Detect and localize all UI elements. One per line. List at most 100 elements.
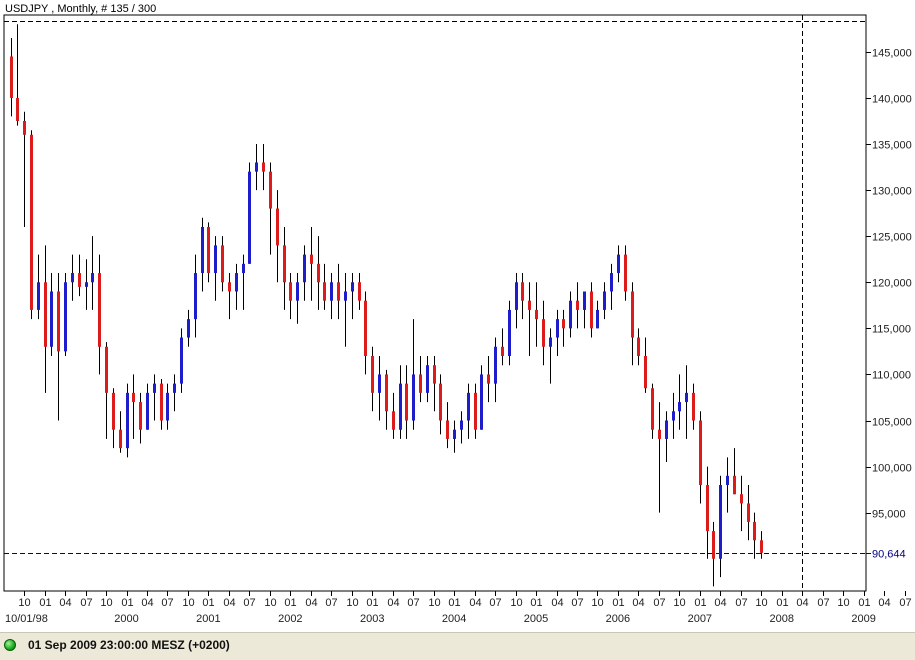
x-tick-label: 07 [243,597,255,609]
candle-body [289,282,292,301]
year-label: 2004 [442,613,466,625]
x-tick-label: 01 [858,597,870,609]
candle-body [317,263,320,283]
x-tick-label: 07 [899,597,911,609]
candle-body [644,355,647,389]
x-tick-label: 04 [551,597,563,609]
candle-body [692,392,695,421]
candle-body [699,420,702,486]
y-tick-label: 135,000 [872,140,912,152]
x-tick-label: 01 [366,597,378,609]
x-tick-label: 07 [571,597,583,609]
year-label: 2001 [196,613,220,625]
x-tick-label: 07 [161,597,173,609]
candle-body [596,309,599,329]
candle-body [132,392,135,403]
candle-body [85,282,88,287]
candles-layer [10,24,763,587]
x-tick-label: 07 [407,597,419,609]
connection-status-icon [4,639,16,651]
candle-body [753,521,756,541]
year-label: 2003 [360,613,384,625]
candle-body [323,282,326,301]
x-tick-label: 10 [18,597,30,609]
candle-body [733,475,736,495]
candle-body [50,291,53,347]
x-tick-label: 10 [673,597,685,609]
candle-body [535,309,538,320]
candle-body [310,254,313,264]
x-tick-label: 01 [694,597,706,609]
x-tick-label: 04 [387,597,399,609]
candle-body [228,282,231,292]
x-tick-label: 04 [796,597,808,609]
y-tick-label: 95,000 [872,509,906,521]
y-tick-label: 115,000 [872,324,911,336]
candle-body [187,319,190,338]
candle-body [23,120,26,135]
candle-body [399,383,402,430]
candle-body [515,282,518,310]
x-tick-label: 04 [469,597,481,609]
x-tick-label: 07 [325,597,337,609]
candle-body [556,319,559,338]
x-tick-label: 07 [80,597,92,609]
candle-body [760,540,763,553]
status-bar: 01 Sep 2009 23:00:00 MESZ (+0200) [0,632,915,660]
year-label: 2007 [688,613,712,625]
candle-body [173,383,176,393]
candle-body [296,282,299,301]
candle-body [419,374,422,393]
x-tick-label: 10 [755,597,767,609]
candle-body [180,337,183,384]
y-tick-label: 120,000 [872,278,912,290]
y-tick-label: 105,000 [872,417,912,429]
candle-body [126,392,129,449]
y-tick-label: 130,000 [872,186,912,198]
candle-body [583,291,586,310]
candle-body [569,300,572,329]
candle-body [194,273,197,320]
candle-body [439,383,442,421]
x-tick-label: 01 [202,597,214,609]
candle-body [706,485,709,532]
candle-body [358,282,361,301]
candle-body [303,254,306,283]
x-tick-label: 01 [530,597,542,609]
candle-body [501,346,504,356]
candle-body [71,273,74,283]
candle-body [269,171,272,209]
current-price-label: 90,644 [872,549,906,561]
candle-body [665,420,668,439]
candle-body [719,485,722,559]
candle-body [726,475,729,486]
candle-body [262,162,265,172]
candle-body [747,503,750,522]
x-tick-label: 10 [510,597,522,609]
candle-body [446,420,449,439]
candle-body [610,273,613,292]
x-tick-label: 01 [776,597,788,609]
candle-body [119,429,122,449]
candle-body [112,392,115,430]
x-tick-label: 07 [489,597,501,609]
candle-body [91,273,94,283]
candle-body [44,282,47,347]
candle-body [474,392,477,430]
candle-body [221,245,224,283]
candle-body [405,383,408,421]
candle-body [631,291,634,338]
candle-body [453,429,456,439]
candle-body [433,365,436,384]
candle-body [480,374,483,430]
candle-body [255,162,258,172]
candle-body [521,282,524,301]
candle-body [37,282,40,310]
x-tick-label: 10 [428,597,440,609]
x-tick-label: 01 [284,597,296,609]
chart-title: USDJPY , Monthly, # 135 / 300 [5,3,156,15]
candle-body [467,392,470,421]
candle-body [214,245,217,274]
x-tick-label: 01 [612,597,624,609]
status-datetime: 01 Sep 2009 23:00:00 MESZ (+0200) [28,638,230,652]
